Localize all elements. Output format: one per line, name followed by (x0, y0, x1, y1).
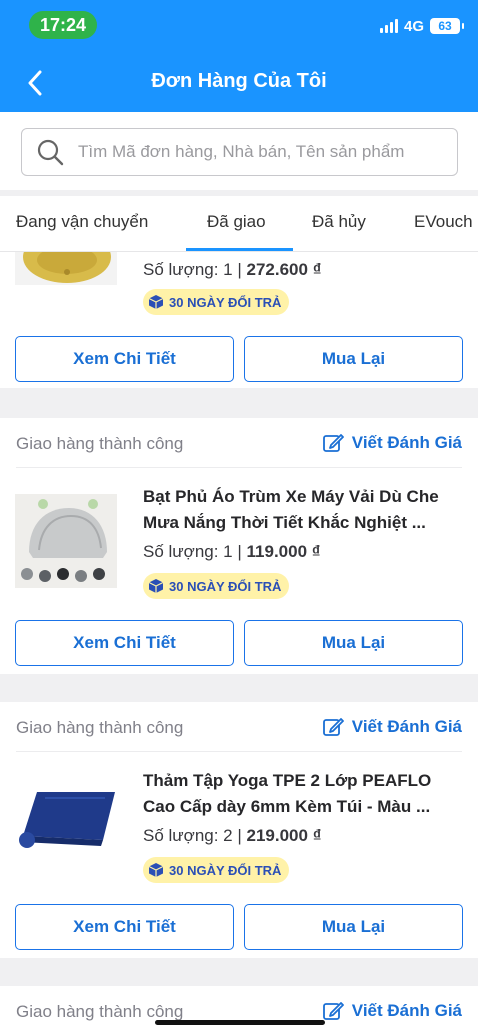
product-image (15, 252, 117, 285)
status-indicators: 4G 63 (379, 16, 464, 36)
write-review-link[interactable]: Viết Đánh Giá (322, 432, 462, 454)
home-indicator (155, 1020, 325, 1025)
tab-evoucher[interactable]: EVouch (414, 212, 473, 232)
order-card: Giao hàng thành công Viết Đánh Giá (0, 986, 478, 1035)
tab-delivered[interactable]: Đã giao (207, 212, 266, 232)
return-policy-badge: 30 NGÀY ĐỔI TRẢ (143, 289, 290, 315)
signal-icon (379, 19, 398, 33)
edit-icon (322, 718, 344, 736)
rebuy-button[interactable]: Mua Lại (244, 336, 463, 382)
product-thumbnail[interactable] (15, 778, 117, 872)
return-policy-badge: 30 NGÀY ĐỔI TRẢ (143, 573, 290, 599)
product-image (15, 778, 117, 872)
battery-icon: 63 (430, 18, 464, 34)
box-icon (148, 295, 164, 309)
rebuy-button[interactable]: Mua Lại (244, 904, 463, 950)
order-card: Giao hàng thành công Viết Đánh Giá Bạt P… (0, 418, 478, 674)
rebuy-button[interactable]: Mua Lại (244, 620, 463, 666)
delivery-status: Giao hàng thành công (16, 1002, 184, 1021)
order-card-header: Giao hàng thành công Viết Đánh Giá (16, 702, 462, 752)
delivery-status: Giao hàng thành công (16, 718, 184, 737)
view-details-button[interactable]: Xem Chi Tiết (15, 904, 234, 950)
order-quantity: Số lượng: 1 | 119.000 ₫ (143, 542, 321, 561)
order-card: Số lượng: 1 | 272.600 ₫ 30 NGÀY ĐỔI TRẢ … (0, 252, 478, 388)
order-tabs: Đang vận chuyển Đã giao Đã hủy EVouch (0, 196, 478, 252)
active-tab-indicator (186, 248, 293, 251)
tab-shipping[interactable]: Đang vận chuyển (16, 212, 148, 232)
order-card-header: Giao hàng thành công Viết Đánh Giá (16, 986, 462, 1035)
write-review-link[interactable]: Viết Đánh Giá (322, 716, 462, 738)
order-quantity: Số lượng: 1 | 272.600 ₫ (143, 260, 322, 279)
app-header: 17:24 4G 63 Đơn Hàng Của Tôi (0, 0, 478, 112)
edit-icon (322, 1002, 344, 1020)
order-card: Giao hàng thành công Viết Đánh Giá Thảm … (0, 702, 478, 958)
search-section (0, 112, 478, 190)
page-title: Đơn Hàng Của Tôi (151, 70, 327, 92)
product-name[interactable]: Bạt Phủ Áo Trùm Xe Máy Vải Dù Che Mưa Nắ… (143, 484, 463, 536)
product-thumbnail[interactable] (15, 252, 117, 285)
delivery-status: Giao hàng thành công (16, 434, 184, 453)
search-input[interactable] (78, 142, 457, 162)
order-quantity: Số lượng: 2 | 219.000 ₫ (143, 826, 322, 845)
product-name[interactable]: Thảm Tập Yoga TPE 2 Lớp PEAFLO Cao Cấp d… (143, 768, 463, 820)
edit-icon (322, 434, 344, 452)
return-policy-badge: 30 NGÀY ĐỔI TRẢ (143, 857, 290, 883)
product-thumbnail[interactable] (15, 494, 117, 588)
search-box[interactable] (21, 128, 458, 176)
status-time: 17:24 (29, 11, 97, 39)
order-card-header: Giao hàng thành công Viết Đánh Giá (16, 418, 462, 468)
network-type: 4G (403, 17, 424, 35)
view-details-button[interactable]: Xem Chi Tiết (15, 620, 234, 666)
box-icon (148, 579, 164, 593)
search-icon (37, 139, 64, 166)
box-icon (148, 863, 164, 877)
view-details-button[interactable]: Xem Chi Tiết (15, 336, 234, 382)
product-image (15, 494, 117, 588)
write-review-link[interactable]: Viết Đánh Giá (322, 1000, 462, 1022)
tab-cancelled[interactable]: Đã hủy (312, 212, 366, 232)
